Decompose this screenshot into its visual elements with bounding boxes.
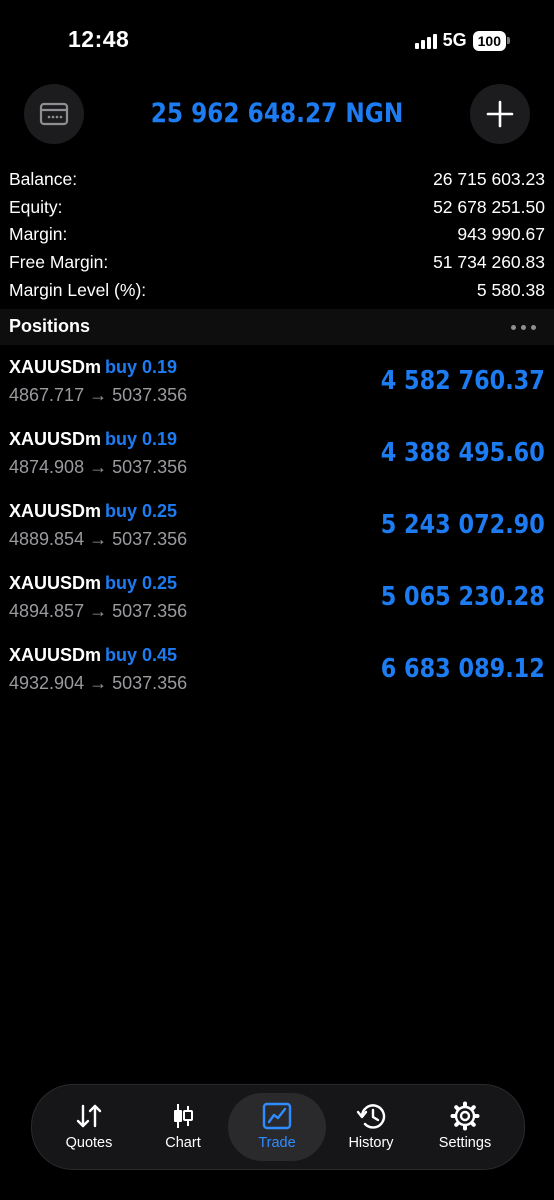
- position-side: buy 0.25: [105, 501, 178, 521]
- position-profit: 6 683 089.12: [380, 654, 545, 684]
- position-profit: 4 388 495.60: [380, 438, 545, 468]
- tab-settings-label: Settings: [438, 1135, 492, 1151]
- trade-header: 25 962 648.27 NGN: [0, 84, 554, 146]
- free-margin-value: 51 734 260.83: [433, 252, 545, 273]
- position-symbol: XAUUSDm: [9, 357, 102, 377]
- status-bar: 12:48 5G 100: [0, 0, 554, 80]
- position-side: buy 0.25: [105, 573, 178, 593]
- position-row[interactable]: XAUUSDm buy 0.25 4894.857 → 5037.356 5 06…: [0, 570, 554, 642]
- positions-title: Positions: [9, 316, 91, 336]
- account-total[interactable]: 25 962 648.27 NGN: [39, 98, 515, 129]
- bottom-tab-bar: Quotes Chart Trade History Settings: [31, 1084, 525, 1170]
- plus-icon: [486, 100, 514, 128]
- position-profit: 5 243 072.90: [380, 510, 545, 540]
- tab-history-label: History: [348, 1135, 394, 1151]
- tab-history[interactable]: History: [322, 1093, 420, 1161]
- positions-header: Positions: [0, 309, 554, 345]
- battery-icon: 100: [472, 30, 510, 51]
- trend-chart-icon: [262, 1102, 292, 1130]
- gear-icon: [450, 1101, 480, 1131]
- position-row[interactable]: XAUUSDm buy 0.19 4867.717 → 5037.356 4 58…: [0, 354, 554, 426]
- margin-level-row: Margin Level (%): 5 580.38: [0, 276, 554, 304]
- status-indicators: 5G 100: [414, 30, 510, 51]
- status-time: 12:48: [68, 26, 130, 52]
- history-clock-icon: [356, 1104, 386, 1129]
- network-type: 5G: [442, 30, 467, 50]
- tab-settings[interactable]: Settings: [416, 1093, 514, 1161]
- position-profit: 5 065 230.28: [380, 582, 545, 612]
- balance-label: Balance:: [9, 169, 78, 190]
- tab-quotes[interactable]: Quotes: [40, 1093, 138, 1161]
- position-prices: 4932.904 → 5037.356: [9, 673, 188, 693]
- position-prices: 4874.908 → 5037.356: [9, 457, 188, 477]
- tab-quotes-label: Quotes: [65, 1135, 113, 1151]
- battery-level: 100: [472, 30, 506, 51]
- position-row[interactable]: XAUUSDm buy 0.19 4874.908 → 5037.356 4 38…: [0, 426, 554, 498]
- margin-level-label: Margin Level (%):: [9, 279, 147, 300]
- position-symbol: XAUUSDm: [9, 645, 102, 665]
- new-order-button[interactable]: [470, 84, 530, 144]
- position-row[interactable]: XAUUSDm buy 0.45 4932.904 → 5037.356 6 68…: [0, 642, 554, 714]
- position-side: buy 0.45: [105, 645, 178, 665]
- position-prices: 4867.717 → 5037.356: [9, 385, 188, 405]
- position-profit: 4 582 760.37: [380, 366, 545, 396]
- margin-row: Margin: 943 990.67: [0, 221, 554, 249]
- balance-value: 26 715 603.23: [433, 169, 545, 190]
- account-summary: Balance: 26 715 603.23 Equity: 52 678 25…: [0, 166, 554, 304]
- equity-row: Equity: 52 678 251.50: [0, 194, 554, 222]
- tab-trade-label: Trade: [258, 1135, 296, 1151]
- tab-trade[interactable]: Trade: [228, 1093, 326, 1161]
- sort-arrows-icon: [76, 1104, 102, 1128]
- equity-label: Equity:: [9, 196, 63, 217]
- signal-icon: [414, 33, 437, 49]
- margin-level-value: 5 580.38: [476, 279, 545, 300]
- tab-chart[interactable]: Chart: [134, 1093, 232, 1161]
- position-prices: 4894.857 → 5037.356: [9, 601, 188, 621]
- tab-chart-label: Chart: [165, 1135, 201, 1151]
- free-margin-label: Free Margin:: [9, 252, 109, 273]
- free-margin-row: Free Margin: 51 734 260.83: [0, 249, 554, 277]
- position-symbol: XAUUSDm: [9, 501, 102, 521]
- position-row[interactable]: XAUUSDm buy 0.25 4889.854 → 5037.356 5 24…: [0, 498, 554, 570]
- more-options-icon[interactable]: [511, 325, 536, 330]
- equity-value: 52 678 251.50: [433, 196, 545, 217]
- position-symbol: XAUUSDm: [9, 573, 102, 593]
- position-prices: 4889.854 → 5037.356: [9, 529, 188, 549]
- candlestick-icon: [174, 1104, 193, 1128]
- balance-row: Balance: 26 715 603.23: [0, 166, 554, 194]
- margin-value: 943 990.67: [457, 224, 545, 245]
- position-side: buy 0.19: [105, 357, 178, 377]
- position-symbol: XAUUSDm: [9, 429, 102, 449]
- position-side: buy 0.19: [105, 429, 178, 449]
- positions-list: XAUUSDm buy 0.19 4867.717 → 5037.356 4 58…: [0, 354, 554, 714]
- margin-label: Margin:: [9, 224, 68, 245]
